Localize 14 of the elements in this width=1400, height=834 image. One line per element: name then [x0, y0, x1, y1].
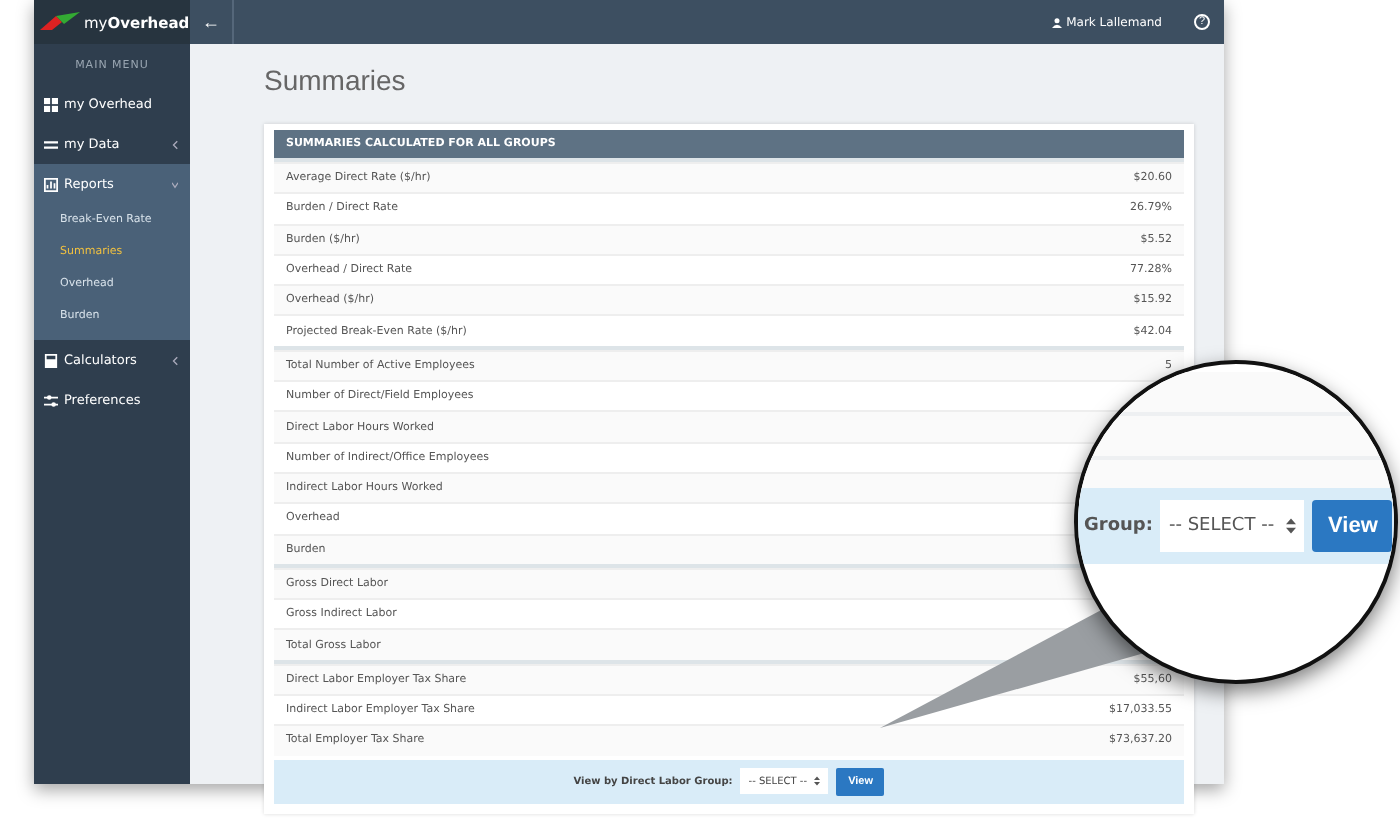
group-select[interactable]: -- SELECT --: [1160, 500, 1305, 552]
logo-icon: [40, 12, 80, 32]
sliders-icon: [44, 393, 58, 407]
updown-icon: [1286, 518, 1297, 534]
page-title: Summaries: [264, 64, 408, 100]
updown-icon: [814, 776, 821, 787]
user-icon: [1052, 17, 1063, 27]
calculator-icon: [44, 353, 58, 367]
view-button[interactable]: View: [1312, 500, 1393, 552]
back-button[interactable]: ←: [190, 0, 234, 44]
group-label: Group:: [1084, 516, 1153, 536]
report-icon: [44, 177, 58, 191]
grid-icon: [44, 97, 58, 111]
arrows-icon: [44, 137, 58, 151]
